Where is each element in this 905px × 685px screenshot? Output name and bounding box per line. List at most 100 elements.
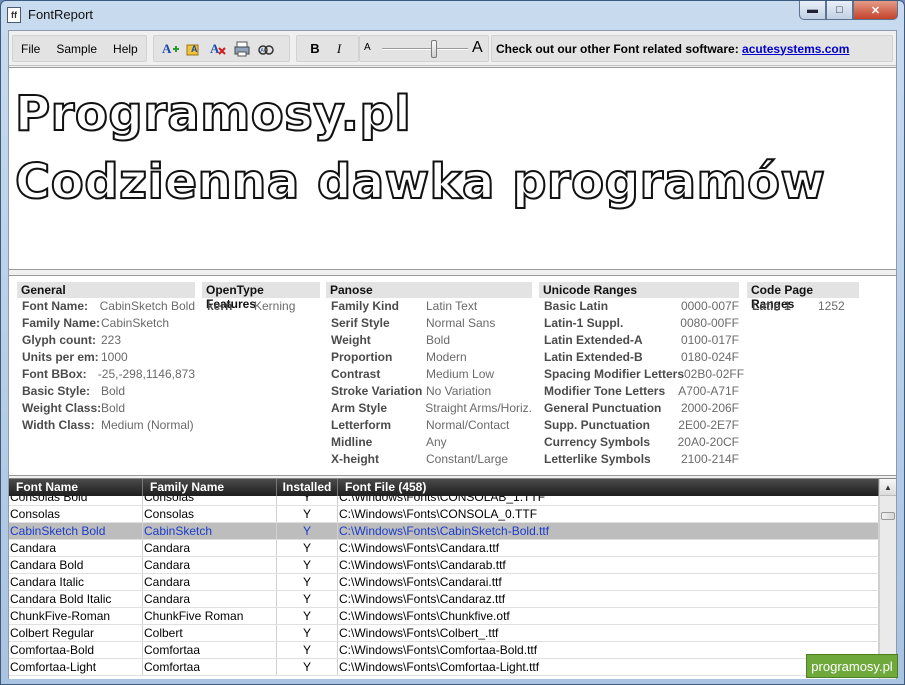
unicode-label: Supp. Punctuation xyxy=(544,418,650,432)
codepage-section: Code Page Ranges Latin 1 1252 xyxy=(747,282,859,315)
column-header-font-name[interactable]: Font Name xyxy=(9,479,143,496)
installed-cell: Y xyxy=(277,608,338,624)
svg-text:A: A xyxy=(261,48,265,54)
general-label: Font Name: xyxy=(22,299,88,313)
family-name-cell: Candara xyxy=(143,591,277,607)
scroll-up-button[interactable]: ▲ xyxy=(880,479,896,496)
panose-label: X-height xyxy=(331,452,379,466)
panose-section: Panose Family Kind Latin Text Serif Style N… xyxy=(326,282,532,468)
table-scrollbar[interactable]: ▲ xyxy=(879,479,896,679)
panose-value: Latin Text xyxy=(426,299,478,313)
promo-link[interactable]: acutesystems.com xyxy=(742,42,849,56)
opentype-value: Kerning xyxy=(254,299,296,313)
general-row: Font BBox: -25,-298,1146,873 xyxy=(17,366,195,383)
column-header-installed[interactable]: Installed xyxy=(277,479,338,496)
font-file-cell: C:\Windows\Fonts\Comfortaa-Light.ttf xyxy=(338,659,879,675)
table-row[interactable]: Candara Candara Y C:\Windows\Fonts\Candara.… xyxy=(9,540,879,557)
panose-value: No Variation xyxy=(426,384,492,398)
unicode-label: Letterlike Symbols xyxy=(544,452,651,466)
font-name-cell: ChunkFive-Roman xyxy=(9,608,143,624)
remove-font-icon[interactable]: A xyxy=(207,38,229,60)
column-header-font-file[interactable]: Font File (458) xyxy=(338,479,879,496)
unicode-row: Spacing Modifier Letters 02B0-02FF xyxy=(539,366,744,383)
family-name-cell: Candara xyxy=(143,540,277,556)
table-row[interactable]: Candara Bold Candara Y C:\Windows\Fonts\Can… xyxy=(9,557,879,574)
table-row[interactable]: ChunkFive-Roman ChunkFive Roman Y C:\Window… xyxy=(9,608,879,625)
panose-row: Weight Bold xyxy=(326,332,532,349)
open-folder-icon[interactable]: A xyxy=(183,38,205,60)
panose-label: Stroke Variation xyxy=(331,384,423,398)
unicode-label: General Punctuation xyxy=(544,401,662,415)
panose-value: Normal Sans xyxy=(426,316,496,330)
installed-cell: Y xyxy=(277,523,338,539)
font-name-cell: Candara Italic xyxy=(9,574,143,590)
panose-row: Serif Style Normal Sans xyxy=(326,315,532,332)
unicode-row: Supp. Punctuation 2E00-2E7F xyxy=(539,417,739,434)
installed-cell: Y xyxy=(277,574,338,590)
arrow-up-icon: ▲ xyxy=(884,483,892,492)
close-icon: ✕ xyxy=(870,4,881,17)
general-label: Font BBox: xyxy=(22,367,87,381)
unicode-row: Latin Extended-B 0180-024F xyxy=(539,349,739,366)
table-row[interactable]: Comfortaa-Light Comfortaa Y C:\Windows\Font… xyxy=(9,659,879,676)
general-value: -25,-298,1146,873 xyxy=(97,367,195,381)
table-row[interactable]: Comfortaa-Bold Comfortaa Y C:\Windows\Fonts… xyxy=(9,642,879,659)
scroll-thumb[interactable] xyxy=(881,512,895,520)
general-row: Units per em: 1000 xyxy=(17,349,195,366)
add-font-icon[interactable]: A xyxy=(159,38,181,60)
font-compare-icon[interactable]: A xyxy=(255,38,277,60)
bold-button[interactable]: B xyxy=(303,41,327,56)
menu-file[interactable]: File xyxy=(13,42,48,56)
close-button[interactable]: ✕ xyxy=(853,1,898,20)
installed-cell: Y xyxy=(277,540,338,556)
print-icon[interactable] xyxy=(231,38,253,60)
font-list-body: Consolas Bold Consolas Y C:\Windows\Fonts\C… xyxy=(9,489,879,676)
general-header: General xyxy=(17,282,195,298)
panose-row: Contrast Medium Low xyxy=(326,366,532,383)
unicode-row: Basic Latin 0000-007F xyxy=(539,298,739,315)
general-row: Font Name: CabinSketch Bold xyxy=(17,298,195,315)
column-header-family-name[interactable]: Family Name xyxy=(143,479,277,496)
font-name-cell: Comfortaa-Light xyxy=(9,659,143,675)
menu-sample[interactable]: Sample xyxy=(48,42,105,56)
app-window: ff FontReport ▬ □ ✕ File Sample Help A A xyxy=(0,0,905,685)
font-info-panel: General Font Name: CabinSketch Bold Family… xyxy=(9,275,896,476)
panose-value: Constant/Large xyxy=(426,452,509,466)
font-file-cell: C:\Windows\Fonts\Colbert_.ttf xyxy=(338,625,879,641)
unicode-header: Unicode Ranges xyxy=(539,282,739,298)
panose-row: Proportion Modern xyxy=(326,349,532,366)
size-slider-thumb[interactable] xyxy=(430,40,437,58)
table-row[interactable]: CabinSketch Bold CabinSketch Y C:\Windows\F… xyxy=(9,523,879,540)
size-large-label: A xyxy=(472,39,483,56)
app-icon[interactable]: ff xyxy=(7,7,21,23)
unicode-value: 20A0-20CF xyxy=(677,435,739,449)
opentype-header: OpenType Features xyxy=(202,282,320,311)
font-name-cell: Candara xyxy=(9,540,143,556)
maximize-button[interactable]: □ xyxy=(826,1,853,20)
codepage-label: Latin 1 xyxy=(752,299,791,313)
family-name-cell: Candara xyxy=(143,557,277,573)
promo-text: Check out our other Font related softwar… xyxy=(496,41,743,56)
general-value: Bold xyxy=(101,384,126,398)
font-list-table: Consolas Bold Consolas Y C:\Windows\Fonts\C… xyxy=(9,478,896,679)
family-name-cell: Comfortaa xyxy=(143,659,277,675)
general-section: General Font Name: CabinSketch Bold Family… xyxy=(17,282,195,434)
table-row[interactable]: Consolas Consolas Y C:\Windows\Fonts\CONSOL… xyxy=(9,506,879,523)
unicode-value: 0100-017F xyxy=(680,333,739,347)
panose-label: Weight xyxy=(331,333,371,347)
font-file-cell: C:\Windows\Fonts\CONSOLA_0.TTF xyxy=(338,506,879,522)
table-row[interactable]: Candara Italic Candara Y C:\Windows\Fonts\C… xyxy=(9,574,879,591)
panose-value: Modern xyxy=(426,350,467,364)
codepage-header: Code Page Ranges xyxy=(747,282,859,311)
title-bar[interactable]: ff FontReport ▬ □ ✕ xyxy=(1,1,904,29)
minimize-button[interactable]: ▬ xyxy=(799,1,826,20)
table-row[interactable]: Colbert Regular Colbert Y C:\Windows\Fonts\… xyxy=(9,625,879,642)
size-slider-group: A A xyxy=(359,35,489,62)
italic-button[interactable]: I xyxy=(327,41,351,57)
panose-row: Midline Any xyxy=(326,434,532,451)
menu-help[interactable]: Help xyxy=(105,42,146,56)
general-label: Basic Style: xyxy=(22,384,91,398)
size-slider-track[interactable] xyxy=(382,48,468,50)
font-file-cell: C:\Windows\Fonts\CabinSketch-Bold.ttf xyxy=(338,523,879,539)
table-row[interactable]: Candara Bold Italic Candara Y C:\Windows\Fo… xyxy=(9,591,879,608)
